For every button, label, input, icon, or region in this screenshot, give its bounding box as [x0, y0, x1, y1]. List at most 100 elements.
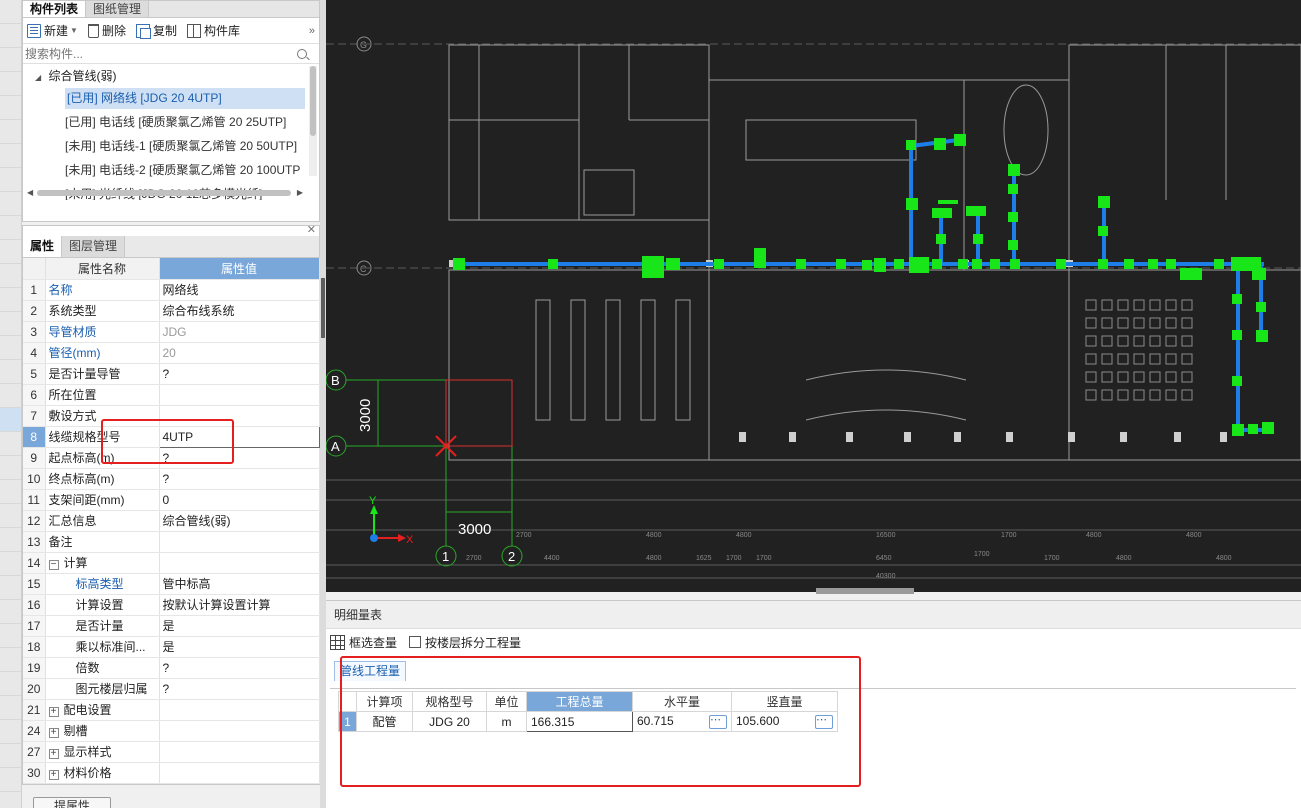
property-row[interactable]: 15 标高类型 管中标高: [23, 573, 320, 595]
property-value[interactable]: [159, 552, 320, 574]
property-row[interactable]: 6 所在位置: [23, 384, 320, 406]
nav-strip-cell[interactable]: [0, 192, 21, 216]
property-value[interactable]: 综合布线系统: [159, 300, 320, 322]
tab-component-list[interactable]: 构件列表: [23, 1, 87, 17]
splitter-grip[interactable]: [321, 278, 325, 338]
property-value[interactable]: ?: [159, 447, 320, 469]
tree-item[interactable]: [未用] 电话线-1 [硬质聚氯乙烯管 20 50UTP]: [23, 136, 319, 160]
property-row[interactable]: 9 起点标高(m)?: [23, 447, 320, 469]
tree-horizontal-scrollbar[interactable]: ◀ ▶: [27, 188, 303, 198]
nav-strip-cell[interactable]: [0, 648, 21, 672]
tab-properties[interactable]: 属性: [23, 236, 63, 257]
nav-strip-cell[interactable]: [0, 624, 21, 648]
property-value[interactable]: 按默认计算设置计算: [159, 594, 320, 616]
property-row[interactable]: 24 + 剔槽: [23, 720, 320, 742]
tree-item[interactable]: [未用] 电话线-2 [硬质聚氯乙烯管 20 100UTP: [23, 160, 319, 184]
nav-strip-cell[interactable]: [0, 744, 21, 768]
property-value[interactable]: 管中标高: [159, 573, 320, 595]
nav-strip-cell[interactable]: [0, 552, 21, 576]
nav-strip-cell[interactable]: [0, 432, 21, 456]
ellipsis-button[interactable]: ⋯: [815, 715, 833, 729]
nav-strip-cell[interactable]: [0, 168, 21, 192]
nav-strip-cell[interactable]: [0, 312, 21, 336]
nav-strip-cell[interactable]: [0, 336, 21, 360]
property-row[interactable]: 1 名称 网络线: [23, 279, 320, 301]
property-value[interactable]: 是: [159, 615, 320, 637]
expand-icon[interactable]: +: [48, 707, 59, 717]
canvas-resize-grip[interactable]: [816, 588, 914, 594]
property-value[interactable]: [159, 762, 320, 784]
expand-icon[interactable]: +: [48, 770, 59, 780]
property-row[interactable]: 17 是否计量 是: [23, 615, 320, 637]
tree-item[interactable]: [已用] 网络线 [JDG 20 4UTP]: [23, 88, 319, 112]
property-value[interactable]: 0: [159, 489, 320, 511]
property-row[interactable]: 5 是否计量导管?: [23, 363, 320, 385]
property-row[interactable]: 18 乘以标准间... 是: [23, 636, 320, 658]
nav-strip-cell[interactable]: [0, 0, 21, 24]
expand-icon[interactable]: +: [48, 749, 59, 759]
property-row[interactable]: 19 倍数?: [23, 657, 320, 679]
nav-strip-cell[interactable]: [0, 576, 21, 600]
nav-strip-cell[interactable]: [0, 96, 21, 120]
property-value[interactable]: [159, 699, 320, 721]
nav-strip-cell[interactable]: [0, 768, 21, 792]
property-row[interactable]: 11 支架间距(mm) 0: [23, 489, 320, 511]
scroll-thumb[interactable]: [310, 66, 316, 136]
search-icon[interactable]: [297, 48, 307, 59]
property-row[interactable]: 27 + 显示样式: [23, 741, 320, 763]
nav-strip-cell[interactable]: [0, 504, 21, 528]
nav-strip-cell[interactable]: [0, 264, 21, 288]
property-row[interactable]: 16 计算设置 按默认计算设置计算: [23, 594, 320, 616]
nav-strip-cell[interactable]: [0, 288, 21, 312]
component-library-button[interactable]: 构件库: [186, 22, 240, 39]
cell-total[interactable]: 166.315: [526, 711, 633, 732]
property-value[interactable]: ?: [159, 678, 320, 700]
split-by-floor-checkbox[interactable]: 按楼层拆分工程量: [409, 634, 521, 651]
property-row[interactable]: 4 管径(mm) 20: [23, 342, 320, 364]
property-row[interactable]: 8 线缆规格型号 4UTP: [23, 425, 320, 448]
property-value[interactable]: [159, 531, 320, 553]
expand-icon[interactable]: +: [48, 728, 59, 738]
scroll-thumb[interactable]: [37, 190, 291, 196]
box-select-query-button[interactable]: 框选查量: [330, 634, 397, 651]
nav-strip-cell[interactable]: [0, 72, 21, 96]
tab-pipeline-quantity[interactable]: 管线工程量: [334, 661, 407, 681]
nav-strip-cell[interactable]: [0, 408, 21, 432]
header-total[interactable]: 工程总量: [526, 691, 633, 712]
property-value[interactable]: 网络线: [159, 279, 320, 301]
property-value[interactable]: [159, 405, 320, 427]
nav-strip-cell[interactable]: [0, 672, 21, 696]
property-value[interactable]: [159, 720, 320, 742]
tab-drawing-management[interactable]: 图纸管理: [86, 1, 150, 17]
checkbox-icon[interactable]: [409, 636, 422, 648]
cell-vertical[interactable]: 105.600 ⋯: [731, 711, 838, 732]
nav-strip-cell[interactable]: [0, 720, 21, 744]
scroll-left-icon[interactable]: ◀: [27, 188, 33, 197]
property-row[interactable]: 14− 计算: [23, 552, 320, 574]
nav-strip-cell[interactable]: [0, 24, 21, 48]
nav-strip-cell[interactable]: [0, 240, 21, 264]
nav-strip-cell[interactable]: [0, 480, 21, 504]
tree-item[interactable]: [已用] 电话线 [硬质聚氯乙烯管 20 25UTP]: [23, 112, 319, 136]
nav-strip-cell[interactable]: [0, 48, 21, 72]
toolbar-more-icon[interactable]: »: [309, 25, 315, 37]
copy-button[interactable]: 复制: [135, 22, 177, 39]
nav-strip-cell[interactable]: [0, 120, 21, 144]
collapse-icon[interactable]: −: [48, 560, 59, 570]
nav-strip-cell[interactable]: [0, 528, 21, 552]
property-row[interactable]: 30 + 材料价格: [23, 762, 320, 784]
property-row[interactable]: 13 备注: [23, 531, 320, 553]
new-button[interactable]: 新建 ▼: [27, 22, 78, 39]
cad-drawing-canvas[interactable]: G C B A 1 2 3000 3000 Y X 2700 4800 4800…: [326, 0, 1301, 592]
tree-group[interactable]: ◢ 综合管线(弱): [23, 64, 319, 88]
nav-strip-cell[interactable]: [0, 696, 21, 720]
nav-strip-cell[interactable]: [0, 216, 21, 240]
property-value[interactable]: [159, 384, 320, 406]
delete-button[interactable]: 删除: [87, 22, 126, 39]
property-value[interactable]: 是: [159, 636, 320, 658]
nav-strip-cell[interactable]: [0, 360, 21, 384]
property-value[interactable]: ?: [159, 657, 320, 679]
property-row[interactable]: 21 + 配电设置: [23, 699, 320, 721]
property-value[interactable]: 4UTP: [158, 425, 320, 448]
close-icon[interactable]: ✕: [307, 223, 316, 236]
